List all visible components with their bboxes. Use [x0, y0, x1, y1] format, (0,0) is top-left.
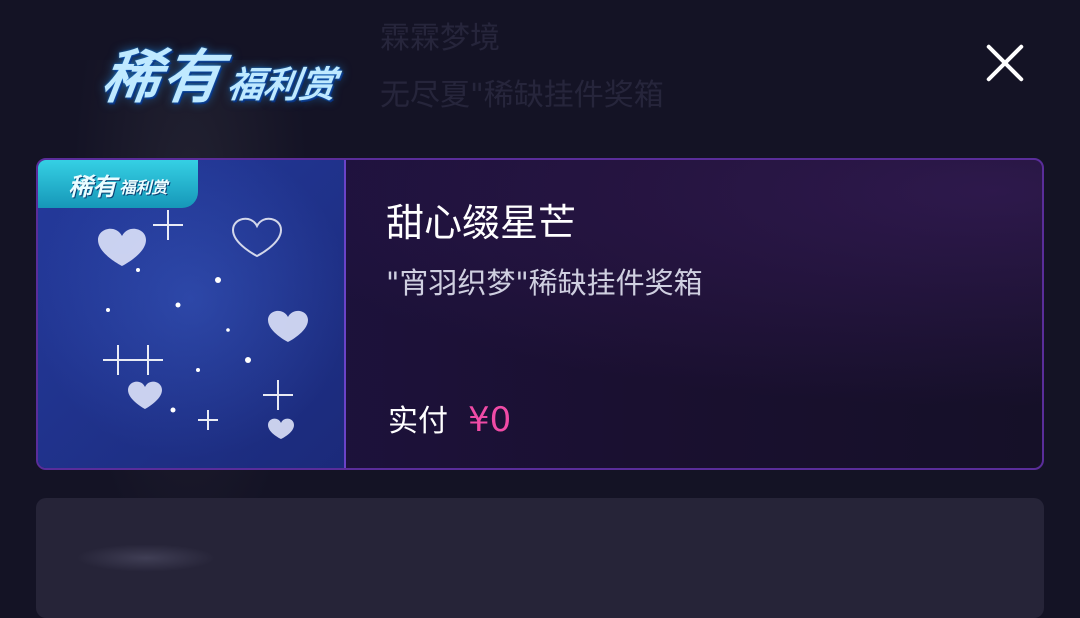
bottom-panel	[36, 498, 1044, 618]
reward-subtitle: "宵羽织梦"稀缺挂件奖箱	[386, 266, 703, 300]
rare-welfare-logo: 稀有 福利赏	[98, 24, 345, 114]
reward-card[interactable]: 稀有 福利赏 甜心缀星芒 "宵羽织梦"稀缺挂件奖箱 实付 ¥0	[36, 158, 1044, 470]
sparkle-hearts-icon	[98, 210, 308, 439]
logo-sub-text: 福利赏	[224, 65, 339, 106]
badge-main-text: 稀有	[68, 172, 117, 201]
reward-thumbnail: 稀有 福利赏	[38, 160, 346, 468]
background-ghost-text: 霖霖梦境 无尽夏"稀缺挂件奖箱	[380, 10, 664, 124]
ghost-line-2: 无尽夏"稀缺挂件奖箱	[380, 78, 664, 113]
logo-main-text: 稀有	[98, 43, 228, 111]
reward-title: 甜心缀星芒	[386, 201, 577, 245]
price-value: ¥0	[468, 400, 512, 440]
close-icon[interactable]	[984, 42, 1026, 84]
price-label: 实付	[388, 404, 448, 439]
rare-badge: 稀有 福利赏	[38, 160, 198, 208]
panel-placeholder	[76, 544, 216, 572]
ghost-line-1: 霖霖梦境	[380, 21, 500, 56]
badge-sub-text: 福利赏	[119, 178, 168, 197]
price-row: 实付 ¥0	[388, 396, 511, 440]
